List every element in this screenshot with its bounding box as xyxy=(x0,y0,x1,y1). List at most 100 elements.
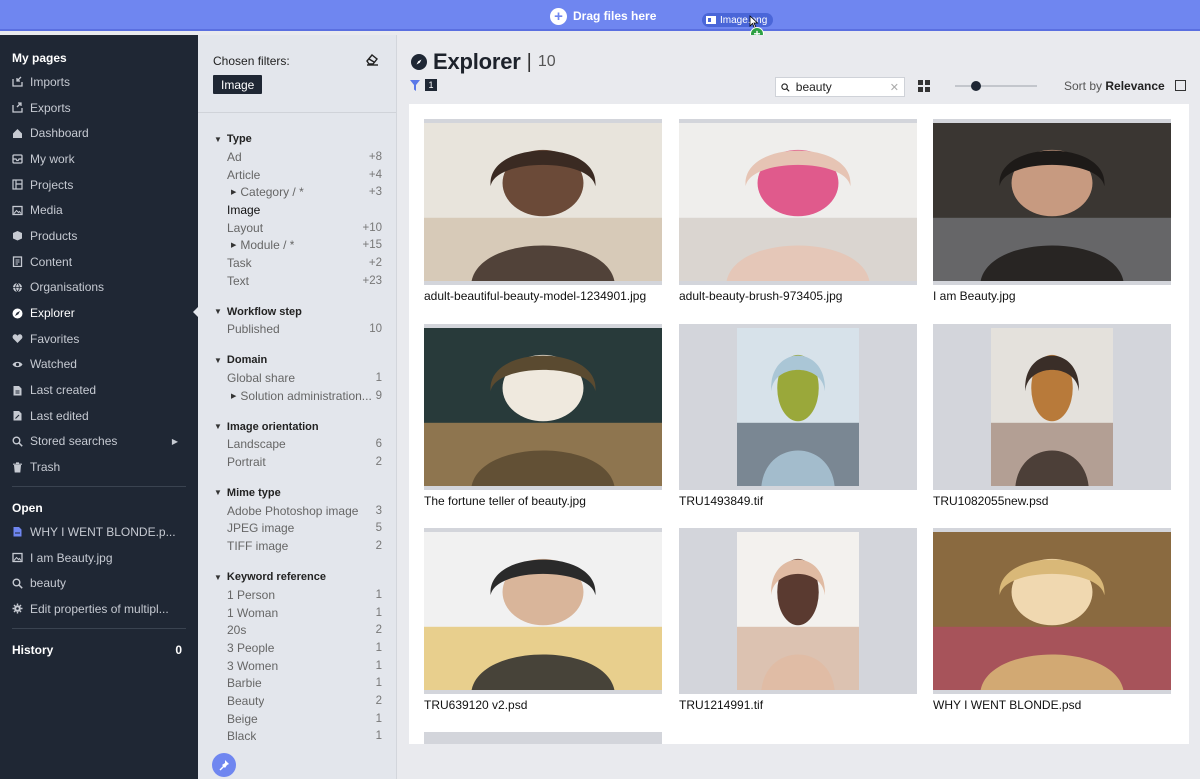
filter-option[interactable]: 20s 2 xyxy=(214,621,382,639)
sidebar-item-favorites[interactable]: Favorites xyxy=(0,326,198,352)
filter-option[interactable]: Portrait 2 xyxy=(214,453,382,471)
filter-option[interactable]: Task +2 xyxy=(214,254,382,272)
filter-option[interactable]: TIFF image 2 xyxy=(214,537,382,555)
filter-option[interactable]: ▶ Category / * +3 xyxy=(214,183,382,201)
pin-button[interactable] xyxy=(212,753,236,777)
thumbnail-size-slider[interactable] xyxy=(955,80,1037,92)
sort-control[interactable]: Sort by Relevance xyxy=(1064,79,1165,93)
sidebar-item-trash[interactable]: Trash xyxy=(0,454,198,480)
filter-option[interactable]: Layout +10 xyxy=(214,219,382,237)
filter-option[interactable]: ▶ Module / * +15 xyxy=(214,236,382,254)
filter-group-header[interactable]: ▼ Domain xyxy=(214,351,382,369)
result-filename[interactable]: WHY I WENT BLONDE.psd xyxy=(933,698,1171,712)
filter-group-header[interactable]: ▼ Workflow step xyxy=(214,303,382,321)
filter-option[interactable]: 1 Woman 1 xyxy=(214,604,382,622)
filter-option[interactable]: 3 People 1 xyxy=(214,639,382,657)
open-item[interactable]: beauty xyxy=(0,570,198,596)
result-thumbnail[interactable] xyxy=(679,324,917,490)
result-filename[interactable]: I am Beauty.jpg xyxy=(933,289,1171,303)
result-card[interactable]: TRU1082055new.psd xyxy=(933,324,1171,508)
open-item[interactable]: I am Beauty.jpg xyxy=(0,545,198,571)
result-card[interactable]: I am Beauty.jpg xyxy=(933,119,1171,303)
result-filename[interactable]: The fortune teller of beauty.jpg xyxy=(424,494,662,508)
clear-search-icon[interactable]: ✕ xyxy=(890,81,899,94)
expand-arrow-icon[interactable]: ▶ xyxy=(172,437,178,446)
result-thumbnail[interactable] xyxy=(933,528,1171,694)
result-thumbnail[interactable] xyxy=(933,119,1171,285)
sidebar-item-content[interactable]: Content xyxy=(0,249,198,275)
chosen-filter-chip[interactable]: Image xyxy=(213,75,263,94)
thumbnail-bottom-bar xyxy=(933,690,1171,694)
result-thumbnail[interactable] xyxy=(424,528,662,694)
sidebar-item-dashboard[interactable]: Dashboard xyxy=(0,120,198,146)
result-thumbnail[interactable] xyxy=(679,119,917,285)
active-filter-indicator[interactable]: 1 xyxy=(410,79,437,91)
result-thumbnail[interactable] xyxy=(933,324,1171,490)
sidebar-item-organisations[interactable]: Organisations xyxy=(0,275,198,301)
result-card[interactable]: TRU1214991.tif xyxy=(679,528,917,712)
filter-option-count: 1 xyxy=(375,606,382,619)
result-thumbnail[interactable] xyxy=(424,119,662,285)
sidebar-item-stored-searches[interactable]: Stored searches ▶ xyxy=(0,429,198,455)
result-card[interactable]: adult-beautiful-beauty-model-1234901.jpg xyxy=(424,119,662,303)
sidebar-item-imports[interactable]: Imports xyxy=(0,69,198,95)
result-filename[interactable]: adult-beauty-brush-973405.jpg xyxy=(679,289,917,303)
details-panel-toggle-icon[interactable] xyxy=(1175,80,1186,91)
result-card[interactable]: adult-beauty-brush-973405.jpg xyxy=(679,119,917,303)
clear-filters-icon[interactable] xyxy=(365,52,379,66)
sidebar-item-exports[interactable]: Exports xyxy=(0,95,198,121)
filter-option[interactable]: Beauty 2 xyxy=(214,692,382,710)
result-card[interactable]: The fortune teller of beauty.jpg xyxy=(424,324,662,508)
filter-option[interactable]: Barbie 1 xyxy=(214,674,382,692)
search-box[interactable]: ✕ xyxy=(775,77,905,97)
result-filename[interactable]: adult-beautiful-beauty-model-1234901.jpg xyxy=(424,289,662,303)
expand-triangle-icon[interactable]: ▶ xyxy=(231,392,236,400)
filter-group-header[interactable]: ▼ Type xyxy=(214,130,382,148)
sidebar-item-projects[interactable]: Projects xyxy=(0,172,198,198)
result-thumbnail[interactable] xyxy=(679,528,917,694)
filter-option[interactable]: 1 Person 1 xyxy=(214,586,382,604)
filter-option[interactable]: 3 Women 1 xyxy=(214,657,382,675)
filter-option[interactable]: JPEG image 5 xyxy=(214,520,382,538)
grid-view-icon[interactable] xyxy=(918,80,930,92)
history-row[interactable]: History 0 xyxy=(0,639,198,661)
filter-option[interactable]: Image xyxy=(214,201,382,219)
filter-option[interactable]: Text +23 xyxy=(214,272,382,290)
sidebar-item-last-edited[interactable]: Last edited xyxy=(0,403,198,429)
expand-triangle-icon[interactable]: ▶ xyxy=(231,188,236,196)
filter-group-header[interactable]: ▼ Mime type xyxy=(214,484,382,502)
dragged-file-chip[interactable]: Image.png xyxy=(702,13,774,27)
thumbnail-image xyxy=(424,532,662,690)
sidebar-item-explorer[interactable]: Explorer xyxy=(0,300,199,326)
filter-option[interactable]: Ad +8 xyxy=(214,148,382,166)
filter-option[interactable]: Beige 1 xyxy=(214,710,382,728)
filter-option[interactable]: Global share 1 xyxy=(214,369,382,387)
open-item[interactable]: WHY I WENT BLONDE.p... xyxy=(0,519,198,545)
sidebar-item-products[interactable]: Products xyxy=(0,223,198,249)
search-input[interactable] xyxy=(795,80,884,94)
filter-option[interactable]: Black 1 xyxy=(214,728,382,746)
result-filename[interactable]: TRU1082055new.psd xyxy=(933,494,1171,508)
filter-option[interactable]: Article +4 xyxy=(214,166,382,184)
filter-option[interactable]: Landscape 6 xyxy=(214,436,382,454)
filter-group-header[interactable]: ▼ Image orientation xyxy=(214,418,382,436)
drop-zone-banner[interactable]: + Drag files here Image.png + xyxy=(0,0,1200,41)
sidebar-item-my-work[interactable]: My work xyxy=(0,146,198,172)
sidebar-item-media[interactable]: Media xyxy=(0,197,198,223)
result-card[interactable]: TRU639120 v2.psd xyxy=(424,528,662,712)
sidebar-item-last-created[interactable]: Last created xyxy=(0,377,198,403)
open-item[interactable]: Edit properties of multipl... xyxy=(0,596,198,622)
filter-option[interactable]: Adobe Photoshop image 3 xyxy=(214,502,382,520)
filter-option[interactable]: Published 10 xyxy=(214,321,382,339)
expand-triangle-icon[interactable]: ▶ xyxy=(231,241,236,249)
result-filename[interactable]: TRU639120 v2.psd xyxy=(424,698,662,712)
sidebar-item-watched[interactable]: Watched xyxy=(0,352,198,378)
slider-thumb[interactable] xyxy=(971,81,981,91)
filter-group-header[interactable]: ▼ Keyword reference xyxy=(214,568,382,586)
result-filename[interactable]: TRU1214991.tif xyxy=(679,698,917,712)
filter-option[interactable]: ▶ Solution administration... 9 xyxy=(214,387,382,405)
result-card[interactable]: TRU1493849.tif xyxy=(679,324,917,508)
result-card[interactable]: WHY I WENT BLONDE.psd xyxy=(933,528,1171,712)
result-filename[interactable]: TRU1493849.tif xyxy=(679,494,917,508)
result-thumbnail[interactable] xyxy=(424,324,662,490)
